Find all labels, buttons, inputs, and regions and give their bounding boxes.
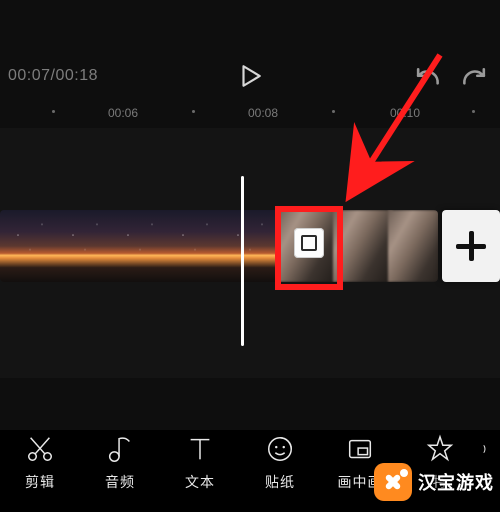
ruler-mark: 00:06 [108,106,138,120]
tool-label: 剪辑 [25,472,55,492]
watermark-text: 汉宝游戏 [418,469,494,495]
timeline[interactable] [0,128,500,378]
sticker-icon [265,434,295,464]
ruler-mark: 00:08 [248,106,278,120]
site-watermark: 汉宝游戏 [374,462,494,502]
ruler-dot [192,110,195,113]
transition-button[interactable] [294,228,324,258]
tool-more[interactable] [480,434,500,464]
more-icon [480,434,500,464]
scissors-icon [25,434,55,464]
add-clip-button[interactable] [442,210,500,282]
transport-bar: 00:07/00:18 [0,54,500,98]
timecode: 00:07/00:18 [8,67,98,85]
pip-icon [345,434,375,464]
plus-icon [469,231,474,261]
ruler-dot [332,110,335,113]
ruler-dot [472,110,475,113]
ruler-dot [52,110,55,113]
redo-button[interactable] [460,66,486,88]
tool-label: 文本 [185,472,215,492]
tool-edit[interactable]: 剪辑 [0,434,80,492]
play-button[interactable] [237,63,263,89]
tool-audio[interactable]: 音频 [80,434,160,492]
watermark-logo-icon [374,463,412,501]
tool-text[interactable]: 文本 [160,434,240,492]
tool-label: 音频 [105,472,135,492]
playhead[interactable] [241,176,244,346]
text-icon [185,434,215,464]
music-note-icon [105,434,135,464]
video-editor-screen: 00:07/00:18 00:06 00:08 00:10 [0,0,500,512]
clip-track [0,210,500,282]
effects-icon [425,434,455,464]
tool-sticker[interactable]: 贴纸 [240,434,320,492]
video-clip[interactable] [0,210,276,282]
tool-label: 贴纸 [265,472,295,492]
transition-icon [301,235,317,251]
undo-button[interactable] [416,66,442,88]
ruler-mark: 00:10 [390,106,420,120]
